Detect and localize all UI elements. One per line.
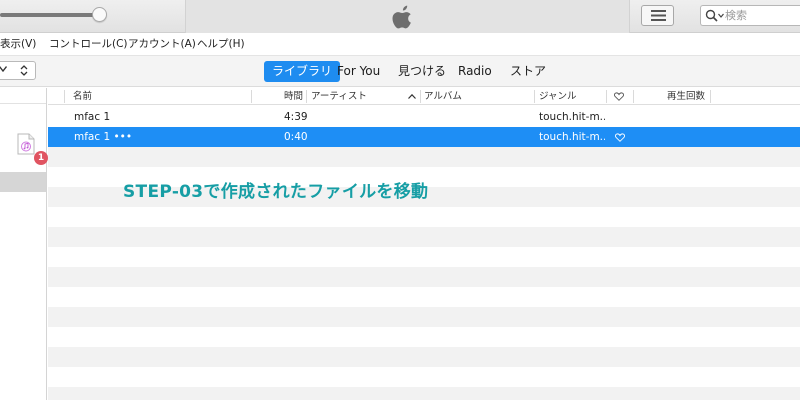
title-bar <box>0 0 800 33</box>
menu-controls[interactable]: コントロール(C) <box>49 34 128 55</box>
menu-help[interactable]: ヘルプ(H) <box>197 34 245 55</box>
heart-icon[interactable] <box>614 92 624 101</box>
track-time: 4:39 <box>284 111 308 123</box>
column-plays[interactable]: 再生回数 <box>667 88 705 105</box>
empty-row <box>48 147 800 167</box>
column-separator[interactable] <box>306 90 307 103</box>
music-file-icon[interactable] <box>17 133 35 155</box>
column-separator[interactable] <box>251 90 252 103</box>
list-view-button[interactable] <box>641 5 674 26</box>
count-badge: 1 <box>34 151 48 165</box>
menu-bar: 表示(V) コントロール(C) アカウント(A) ヘルプ(H) <box>0 34 800 55</box>
column-genre[interactable]: ジャンル <box>539 88 577 105</box>
tab-for-you[interactable]: For You <box>329 61 388 82</box>
column-header-row: 名前 時間 アーティスト アルバム ジャンル 再生回数 <box>48 88 800 105</box>
sort-ascending-icon <box>408 94 416 99</box>
column-separator[interactable] <box>606 90 607 103</box>
search-icon <box>705 9 724 22</box>
sidebar-header <box>0 88 46 104</box>
column-separator[interactable] <box>420 90 421 103</box>
heart-icon[interactable] <box>615 133 625 142</box>
empty-row <box>48 387 800 400</box>
search-box[interactable] <box>700 5 800 26</box>
annotation-caption: STEP-03で作成されたファイルを移動 <box>123 182 429 202</box>
track-genre: touch.hit-m... <box>539 131 605 143</box>
track-genre: touch.hit-m... <box>539 111 605 123</box>
column-album[interactable]: アルバム <box>424 88 462 105</box>
tab-browse[interactable]: 見つける <box>390 61 454 82</box>
sidebar-selected-item[interactable] <box>0 172 46 192</box>
column-time[interactable]: 時間 <box>284 88 303 105</box>
column-separator[interactable] <box>633 90 634 103</box>
tab-radio[interactable]: Radio <box>450 61 500 82</box>
search-input[interactable] <box>725 7 799 24</box>
empty-row <box>48 347 800 367</box>
column-name[interactable]: 名前 <box>73 88 92 105</box>
apple-logo-icon <box>392 5 411 29</box>
empty-row <box>48 307 800 327</box>
empty-row <box>48 267 800 287</box>
sidebar: 1 <box>0 88 48 400</box>
tab-store[interactable]: ストア <box>502 61 554 82</box>
table-row-selected[interactable]: mfac 1 ••• 0:40 touch.hit-m... <box>48 127 800 147</box>
table-row[interactable]: mfac 1 4:39 touch.hit-m... <box>48 107 800 127</box>
volume-slider-track[interactable] <box>0 13 100 17</box>
track-name: mfac 1 <box>74 111 111 123</box>
menu-view[interactable]: 表示(V) <box>0 34 36 55</box>
menu-account[interactable]: アカウント(A) <box>128 34 196 55</box>
navigation-row: ライブラリ For You 見つける Radio ストア <box>0 55 800 87</box>
volume-slider-knob[interactable] <box>92 7 107 22</box>
column-separator[interactable] <box>534 90 535 103</box>
track-name: mfac 1 ••• <box>74 131 133 143</box>
list-view-icon <box>651 10 666 21</box>
column-separator[interactable] <box>64 90 65 103</box>
column-separator[interactable] <box>710 90 711 103</box>
nav-tabs: ライブラリ For You 見つける Radio ストア <box>0 61 800 83</box>
track-list: 名前 時間 アーティスト アルバム ジャンル 再生回数 mfac 1 4:39 … <box>48 88 800 400</box>
column-artist[interactable]: アーティスト <box>311 88 367 105</box>
empty-row <box>48 227 800 247</box>
track-time: 0:40 <box>284 131 308 143</box>
